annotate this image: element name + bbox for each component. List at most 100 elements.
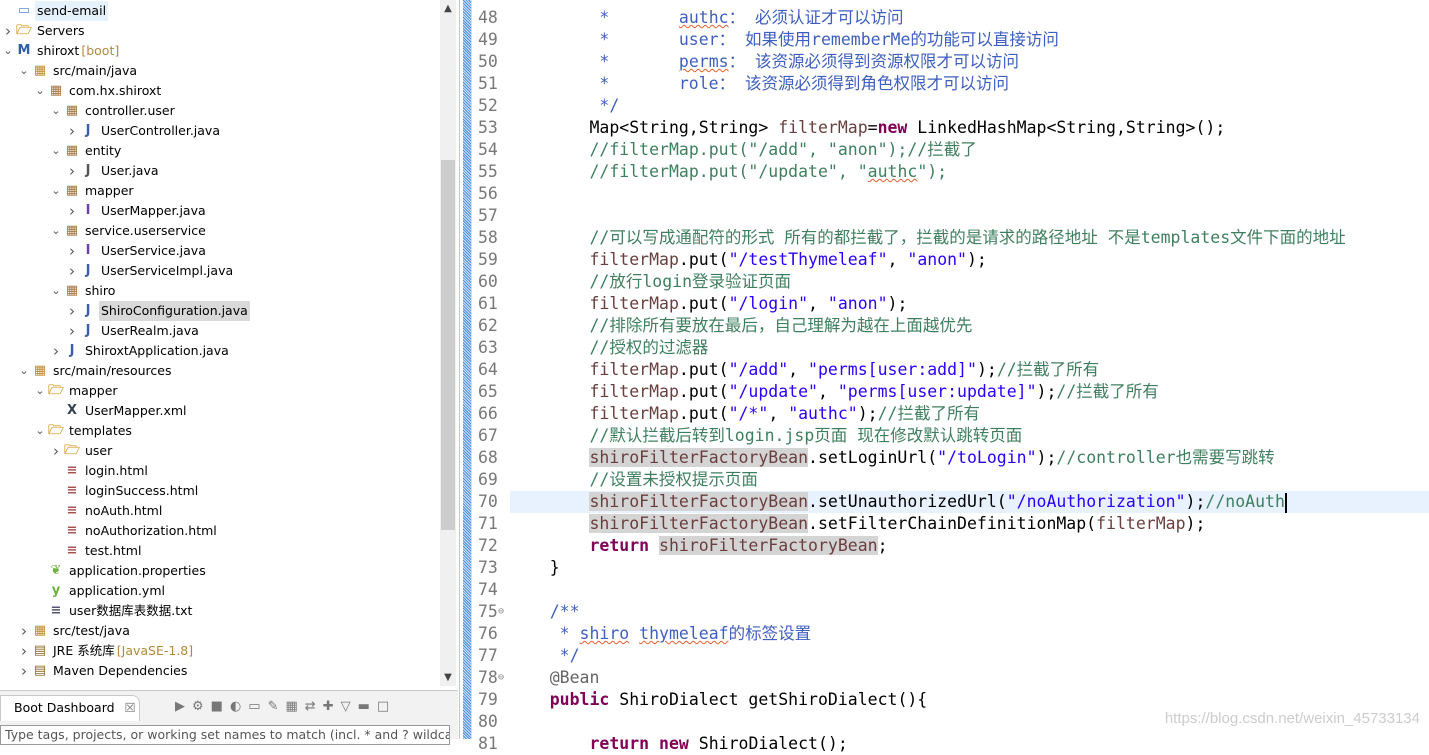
tree-item[interactable]: ⌄ ▦ entity xyxy=(48,141,123,161)
code-line[interactable]: 57 xyxy=(461,205,1429,227)
code-line[interactable]: 51 * role： 该资源必须得到角色权限才可以访问 xyxy=(461,73,1429,95)
chevron-down-icon[interactable]: ⌄ xyxy=(32,421,48,441)
tree-item[interactable]: ⌄ ▦ src/main/java xyxy=(16,61,139,81)
chevron-down-icon[interactable]: ⌄ xyxy=(48,141,64,161)
tree-item[interactable]: › ▦ src/test/java xyxy=(16,621,132,641)
chevron-down-icon[interactable]: ⌄ xyxy=(48,101,64,121)
toolbar-button-icon[interactable]: ◐ xyxy=(230,699,241,714)
toolbar-button-icon[interactable]: ▶ xyxy=(175,699,185,714)
chevron-right-icon[interactable]: › xyxy=(64,201,80,221)
tree-item[interactable]: › J ShiroxtApplication.java xyxy=(48,341,231,361)
chevron-down-icon[interactable]: ⌄ xyxy=(48,221,64,241)
code-line[interactable]: 72 return shiroFilterFactoryBean; xyxy=(461,535,1429,557)
toolbar-button-icon[interactable]: ✎ xyxy=(268,699,279,714)
code-line[interactable]: 68 shiroFilterFactoryBean.setLoginUrl("/… xyxy=(461,447,1429,469)
code-line[interactable]: 60 //放行login登录验证页面 xyxy=(461,271,1429,293)
scroll-down-icon[interactable]: ▼ xyxy=(440,672,456,683)
chevron-right-icon[interactable]: › xyxy=(16,621,32,641)
tree-item[interactable]: ⌄ 🗁 templates xyxy=(32,421,134,441)
tree-item[interactable]: › ▤ JRE 系统库 [JavaSE-1.8] xyxy=(16,641,193,661)
code-line[interactable]: 61 filterMap.put("/login", "anon"); xyxy=(461,293,1429,315)
tree-scrollbar[interactable]: ▲ ▼ xyxy=(440,0,456,686)
code-line[interactable]: 62 //排除所有要放在最后，自己理解为越在上面越优先 xyxy=(461,315,1429,337)
code-line[interactable]: 78 ⊖ @Bean xyxy=(461,667,1429,689)
tree-item[interactable]: › J User.java xyxy=(64,161,161,181)
tree-item[interactable]: ⌄ ▦ shiro xyxy=(48,281,117,301)
code-line[interactable]: 66 filterMap.put("/*", "authc");//拦截了所有 xyxy=(461,403,1429,425)
tree-item[interactable]: y application.yml xyxy=(32,581,167,601)
code-line[interactable]: 53 Map<String,String> filterMap=new Link… xyxy=(461,117,1429,139)
tree-item[interactable]: X UserMapper.xml xyxy=(48,401,189,421)
code-line[interactable]: 59 filterMap.put("/testThymeleaf", "anon… xyxy=(461,249,1429,271)
tree-item[interactable]: ≡ test.html xyxy=(48,541,143,561)
chevron-right-icon[interactable]: › xyxy=(64,261,80,281)
toolbar-button-icon[interactable]: ▦ xyxy=(286,699,298,714)
tree-item[interactable]: › J UserRealm.java xyxy=(64,321,201,341)
chevron-right-icon[interactable]: › xyxy=(64,321,80,341)
tree-item[interactable]: › 🗁 user xyxy=(48,441,114,461)
chevron-right-icon[interactable]: › xyxy=(64,301,80,321)
chevron-down-icon[interactable]: ⌄ xyxy=(0,41,16,61)
toolbar-button-icon[interactable]: ✚ xyxy=(323,699,334,714)
toolbar-button-icon[interactable]: ▽ xyxy=(341,699,351,714)
code-line[interactable]: 76 * shiro thymeleaf的标签设置 xyxy=(461,623,1429,645)
toolbar-button-icon[interactable]: ⇄ xyxy=(305,699,316,714)
code-line[interactable]: 81 return new ShiroDialect(); xyxy=(461,733,1429,755)
code-line[interactable]: 79 public ShiroDialect getShiroDialect()… xyxy=(461,689,1429,711)
code-line[interactable]: 67 //默认拦截后转到login.jsp页面 现在修改默认跳转页面 xyxy=(461,425,1429,447)
tree-item[interactable]: › ▤ Maven Dependencies xyxy=(16,661,189,681)
chevron-down-icon[interactable]: ⌄ xyxy=(48,181,64,201)
tree-item[interactable]: ⌄ ▦ src/main/resources xyxy=(16,361,173,381)
fold-toggle-icon[interactable]: ⊖ xyxy=(498,667,504,689)
chevron-right-icon[interactable]: › xyxy=(48,441,64,461)
tree-item[interactable]: ⌄ Mshiroxt [boot] xyxy=(0,41,119,61)
chevron-down-icon[interactable]: ⌄ xyxy=(32,381,48,401)
code-line[interactable]: 54 //filterMap.put("/add", "anon");//拦截了 xyxy=(461,139,1429,161)
toolbar-button-icon[interactable]: ■ xyxy=(211,699,223,714)
code-line[interactable]: 65 filterMap.put("/update", "perms[user:… xyxy=(461,381,1429,403)
chevron-right-icon[interactable]: › xyxy=(0,21,16,41)
tree-item[interactable]: › I UserService.java xyxy=(64,241,208,261)
code-line[interactable]: 74 xyxy=(461,579,1429,601)
tab-boot-dashboard[interactable]: Boot Dashboard ☒ xyxy=(0,695,140,721)
tree-item[interactable]: › J ShiroConfiguration.java xyxy=(64,301,250,321)
tree-item[interactable]: › I UserMapper.java xyxy=(64,201,208,221)
fold-toggle-icon[interactable]: ⊖ xyxy=(498,601,504,623)
code-line[interactable]: 64 filterMap.put("/add", "perms[user:add… xyxy=(461,359,1429,381)
chevron-right-icon[interactable]: › xyxy=(64,161,80,181)
code-line[interactable]: 52 */ xyxy=(461,95,1429,117)
code-line[interactable]: 58 //可以写成通配符的形式 所有的都拦截了，拦截的是请求的路径地址 不是te… xyxy=(461,227,1429,249)
code-line[interactable]: 69 //设置未授权提示页面 xyxy=(461,469,1429,491)
code-line[interactable]: 50 * perms： 该资源必须得到资源权限才可以访问 xyxy=(461,51,1429,73)
tree-item[interactable]: ≡ user数据库表数据.txt xyxy=(32,601,194,621)
chevron-right-icon[interactable]: › xyxy=(64,241,80,261)
chevron-down-icon[interactable]: ⌄ xyxy=(48,281,64,301)
toolbar-button-icon[interactable]: ⚙ xyxy=(192,699,204,714)
tree-item[interactable]: ≡ loginSuccess.html xyxy=(48,481,200,501)
scrollbar-thumb[interactable] xyxy=(441,160,455,530)
code-line[interactable]: 73 } xyxy=(461,557,1429,579)
code-line[interactable]: 70 shiroFilterFactoryBean.setUnauthorize… xyxy=(478,491,1429,513)
chevron-down-icon[interactable]: ⌄ xyxy=(16,361,32,381)
tree-item[interactable]: ⌄ ▦ service.userservice xyxy=(48,221,208,241)
code-line[interactable]: 75 ⊖ /** xyxy=(461,601,1429,623)
chevron-right-icon[interactable]: › xyxy=(16,661,32,681)
tree-item[interactable]: ≡ login.html xyxy=(48,461,150,481)
tree-item[interactable]: › J UserController.java xyxy=(64,121,222,141)
tree-item[interactable]: ⌄ 🗁 mapper xyxy=(32,381,120,401)
tree-item[interactable]: ⌄ ▦ mapper xyxy=(48,181,136,201)
tree-item[interactable]: ⌄ ▦ controller.user xyxy=(48,101,177,121)
chevron-right-icon[interactable]: › xyxy=(16,641,32,661)
tree-item[interactable]: › 🗁 Servers xyxy=(0,21,87,41)
tree-item[interactable]: ≡ noAuthorization.html xyxy=(48,521,219,541)
tree-item[interactable]: ≡ noAuth.html xyxy=(48,501,164,521)
tree-item[interactable]: › J UserServiceImpl.java xyxy=(64,261,235,281)
code-editor[interactable]: 48 * authc： 必须认证才可以访问 49 * user： 如果使用reme… xyxy=(461,0,1429,753)
chevron-right-icon[interactable]: › xyxy=(64,121,80,141)
toolbar-button-icon[interactable]: ▬ xyxy=(358,699,370,714)
code-line[interactable]: 77 */ xyxy=(461,645,1429,667)
scroll-up-icon[interactable]: ▲ xyxy=(440,3,456,14)
toolbar-button-icon[interactable]: ▭ xyxy=(248,699,260,714)
tree-item[interactable]: ⌄ ▦ com.hx.shiroxt xyxy=(32,81,163,101)
close-icon[interactable]: ☒ xyxy=(125,700,136,715)
